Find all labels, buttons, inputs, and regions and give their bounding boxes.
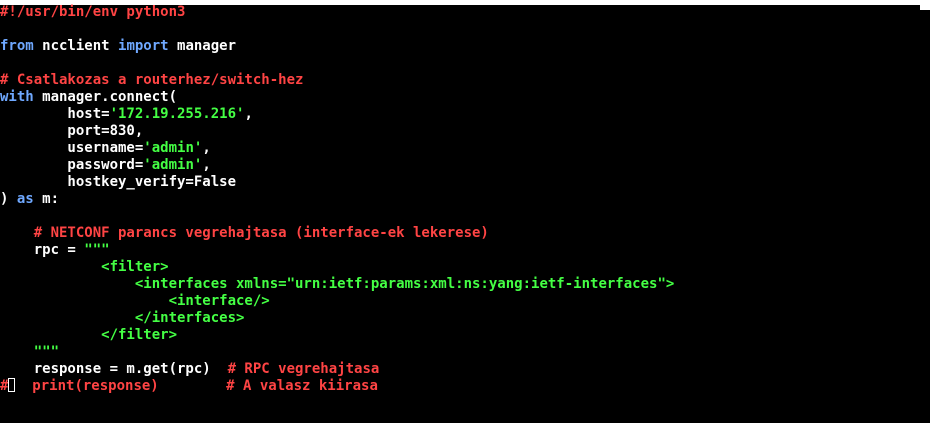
code-line[interactable] xyxy=(0,55,930,72)
code-token-plain: hostkey_verify= xyxy=(0,174,194,190)
code-line[interactable]: username='admin', xyxy=(0,140,930,157)
code-token-comment: # RPC vegrehajtasa xyxy=(227,361,380,377)
code-token-string: <interfaces xmlns="urn:ietf:params:xml:n… xyxy=(0,276,675,292)
code-token-plain: username= xyxy=(0,140,144,156)
code-line[interactable]: </filter> xyxy=(0,327,930,344)
code-token-string: <filter> xyxy=(0,259,169,275)
code-token-keyword: from xyxy=(0,38,34,54)
code-token-keyword: with xyxy=(0,89,34,105)
code-token-plain: port=830, xyxy=(0,123,144,139)
code-line[interactable]: #!/usr/bin/env python3 xyxy=(0,4,930,21)
code-line[interactable]: host='172.19.255.216', xyxy=(0,106,930,123)
code-line[interactable]: ) as m: xyxy=(0,191,930,208)
code-token-string: </interfaces> xyxy=(0,310,245,326)
code-token-plain: , xyxy=(202,140,211,156)
code-token-comment: # Csatlakozas a routerhez/switch-hez xyxy=(0,72,304,88)
code-line[interactable]: password='admin', xyxy=(0,157,930,174)
code-token-keyword: import xyxy=(118,38,169,54)
code-token-plain: ncclient xyxy=(33,38,119,54)
code-token-constant: False xyxy=(193,174,237,190)
code-token-plain: response = m.get(rpc) xyxy=(0,361,228,377)
code-line[interactable]: # print(response) # A valasz kiirasa xyxy=(0,378,930,395)
code-token-string: </filter> xyxy=(0,327,178,343)
code-token-string: '172.19.255.216' xyxy=(109,106,245,122)
code-token-plain: , xyxy=(244,106,253,122)
terminal-window[interactable]: GNU nano 7.2 vizsgafeladat-netconf.py #!… xyxy=(0,0,930,423)
code-line[interactable]: <interface/> xyxy=(0,293,930,310)
code-line[interactable] xyxy=(0,208,930,225)
code-token-string: """ xyxy=(0,344,60,360)
code-token-plain: m: xyxy=(33,191,60,207)
code-line[interactable]: # NETCONF parancs vegrehajtasa (interfac… xyxy=(0,225,930,242)
code-line[interactable]: <interfaces xmlns="urn:ietf:params:xml:n… xyxy=(0,276,930,293)
code-line[interactable]: rpc = """ xyxy=(0,242,930,259)
code-token-plain: ) xyxy=(0,191,17,207)
code-token-string: 'admin' xyxy=(143,140,203,156)
code-token-comment: print(response) # A valasz kiirasa xyxy=(15,378,378,394)
code-token-plain: password= xyxy=(0,157,144,173)
code-line[interactable]: hostkey_verify=False xyxy=(0,174,930,191)
code-token-plain: , xyxy=(202,157,211,173)
code-token-keyword: as xyxy=(16,191,34,207)
code-token-plain: manager.connect( xyxy=(33,89,178,105)
code-line[interactable]: """ xyxy=(0,344,930,361)
code-token-string: """ xyxy=(84,242,110,258)
code-token-comment: # NETCONF parancs vegrehajtasa (interfac… xyxy=(0,225,489,241)
code-token-string: <interface/> xyxy=(0,293,270,309)
code-line[interactable]: <filter> xyxy=(0,259,930,276)
code-token-plain: manager xyxy=(168,38,237,54)
code-token-string: 'admin' xyxy=(143,157,203,173)
code-token-plain: rpc = xyxy=(0,242,85,258)
code-token-comment: # xyxy=(0,378,9,394)
code-line[interactable] xyxy=(0,21,930,38)
code-token-plain: host= xyxy=(0,106,110,122)
code-line[interactable]: # Csatlakozas a routerhez/switch-hez xyxy=(0,72,930,89)
code-line[interactable]: with manager.connect( xyxy=(0,89,930,106)
code-line[interactable]: port=830, xyxy=(0,123,930,140)
code-editor-area[interactable]: #!/usr/bin/env python3 from ncclient impo… xyxy=(0,4,930,395)
code-line[interactable]: response = m.get(rpc) # RPC vegrehajtasa xyxy=(0,361,930,378)
code-line[interactable]: from ncclient import manager xyxy=(0,38,930,55)
code-token-comment: #!/usr/bin/env python3 xyxy=(0,4,186,20)
code-line[interactable]: </interfaces> xyxy=(0,310,930,327)
